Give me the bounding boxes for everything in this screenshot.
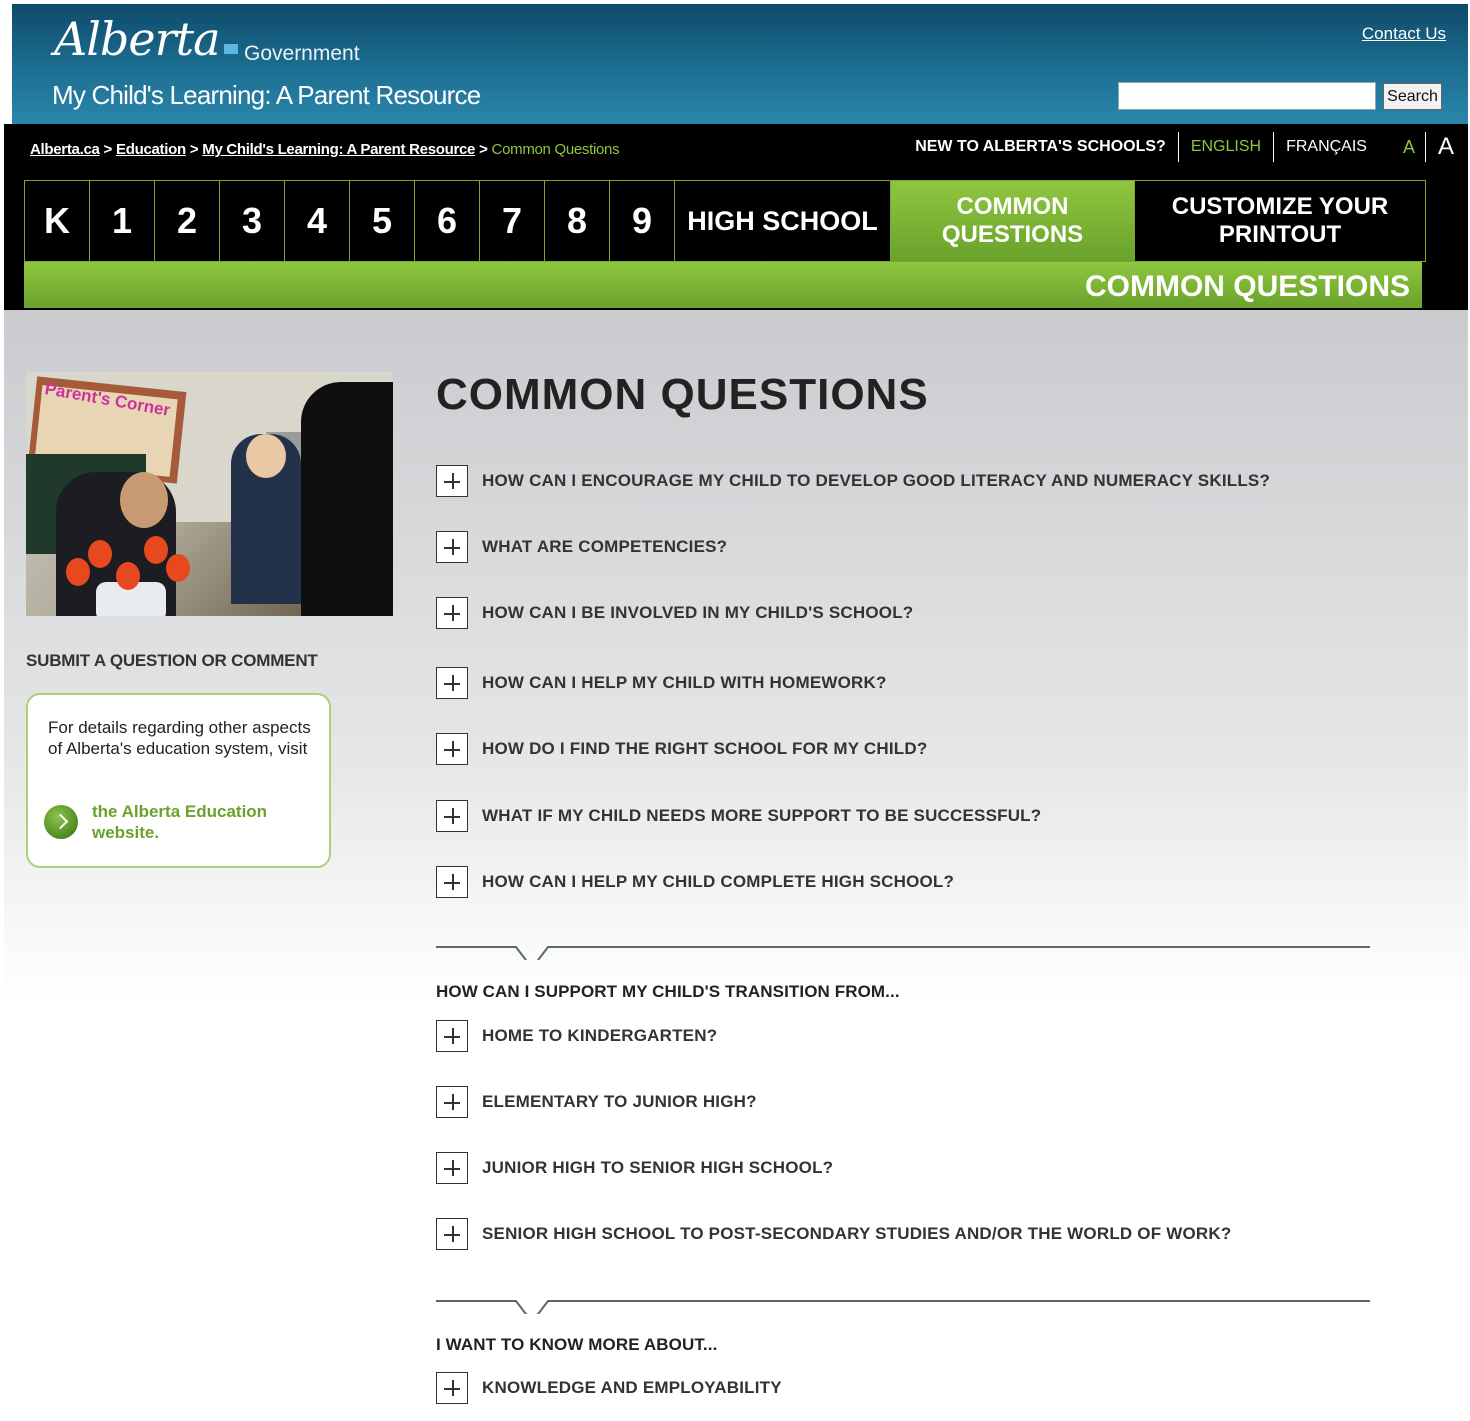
grade-nav: K 1 2 3 4 5 6 7 8 9 HIGH SCHOOL COMMON Q…	[24, 180, 1426, 262]
site-header: Alberta Government My Child's Learning: …	[12, 4, 1468, 124]
nav-grade-3[interactable]: 3	[219, 180, 284, 262]
active-section-bar: COMMON QUESTIONS	[24, 262, 1422, 308]
alberta-education-link[interactable]: the Alberta Education website.	[92, 801, 292, 843]
transition-section-heading: HOW CAN I SUPPORT MY CHILD'S TRANSITION …	[436, 982, 900, 1001]
transition-label[interactable]: ELEMENTARY TO JUNIOR HIGH?	[482, 1092, 757, 1112]
breadcrumb-separator: >	[479, 141, 488, 158]
transition-label[interactable]: SENIOR HIGH SCHOOL TO POST-SECONDARY STU…	[482, 1224, 1231, 1244]
breadcrumb-parent-resource[interactable]: My Child's Learning: A Parent Resource	[202, 141, 475, 158]
nav-grade-8[interactable]: 8	[544, 180, 609, 262]
question-label[interactable]: HOW DO I FIND THE RIGHT SCHOOL FOR MY CH…	[482, 739, 927, 759]
transition-label[interactable]: JUNIOR HIGH TO SENIOR HIGH SCHOOL?	[482, 1158, 833, 1178]
breadcrumb-alberta[interactable]: Alberta.ca	[30, 141, 100, 158]
question-item[interactable]: HOW CAN I BE INVOLVED IN MY CHILD'S SCHO…	[436, 597, 913, 629]
plus-icon[interactable]	[436, 1372, 468, 1404]
nav-grade-7[interactable]: 7	[479, 180, 544, 262]
top-navigation: Alberta.ca > Education > My Child's Learning…	[4, 124, 1468, 310]
chevron-down-icon	[436, 1300, 1370, 1314]
page: Alberta Government My Child's Learning: …	[4, 4, 1468, 1421]
government-label: Government	[244, 42, 360, 65]
utility-links: NEW TO ALBERTA'S SCHOOLS? ENGLISH FRANÇA…	[903, 132, 1468, 162]
question-item[interactable]: HOW CAN I HELP MY CHILD COMPLETE HIGH SC…	[436, 866, 954, 898]
know-more-section-heading: I WANT TO KNOW MORE ABOUT...	[436, 1335, 718, 1354]
parents-corner-photo: Parent's Corner	[26, 372, 393, 616]
search-input[interactable]	[1118, 82, 1376, 110]
plus-icon[interactable]	[436, 1152, 468, 1184]
education-info-box: For details regarding other aspects of A…	[26, 693, 331, 868]
plus-icon[interactable]	[436, 531, 468, 563]
nav-customize-printout[interactable]: CUSTOMIZE YOUR PRINTOUT	[1134, 180, 1426, 262]
transition-item[interactable]: JUNIOR HIGH TO SENIOR HIGH SCHOOL?	[436, 1152, 833, 1184]
plus-icon[interactable]	[436, 733, 468, 765]
breadcrumb: Alberta.ca > Education > My Child's Learning…	[30, 141, 620, 158]
plus-icon[interactable]	[436, 1086, 468, 1118]
info-text: For details regarding other aspects of A…	[48, 718, 311, 758]
question-label[interactable]: WHAT IF MY CHILD NEEDS MORE SUPPORT TO B…	[482, 806, 1041, 826]
nav-grade-4[interactable]: 4	[284, 180, 349, 262]
page-title: COMMON QUESTIONS	[436, 370, 929, 419]
submit-question-link[interactable]: SUBMIT A QUESTION OR COMMENT	[26, 651, 318, 671]
know-more-label[interactable]: KNOWLEDGE AND EMPLOYABILITY	[482, 1378, 782, 1398]
breadcrumb-separator: >	[103, 141, 113, 158]
question-item[interactable]: HOW CAN I ENCOURAGE MY CHILD TO DEVELOP …	[436, 465, 1270, 497]
question-item[interactable]: HOW CAN I HELP MY CHILD WITH HOMEWORK?	[436, 667, 887, 699]
breadcrumb-education[interactable]: Education	[116, 141, 186, 158]
nav-high-school[interactable]: HIGH SCHOOL	[674, 180, 890, 262]
new-to-schools-link[interactable]: NEW TO ALBERTA'S SCHOOLS?	[903, 132, 1178, 162]
nav-grade-5[interactable]: 5	[349, 180, 414, 262]
site-title[interactable]: My Child's Learning: A Parent Resource	[52, 80, 481, 111]
photo-flower	[116, 562, 140, 590]
question-item[interactable]: WHAT IF MY CHILD NEEDS MORE SUPPORT TO B…	[436, 800, 1041, 832]
nav-grade-1[interactable]: 1	[89, 180, 154, 262]
nav-grade-9[interactable]: 9	[609, 180, 674, 262]
photo-person	[301, 382, 393, 616]
plus-icon[interactable]	[436, 667, 468, 699]
chevron-down-icon	[436, 946, 1370, 960]
photo-person-head	[246, 434, 286, 478]
transition-item[interactable]: HOME TO KINDERGARTEN?	[436, 1020, 717, 1052]
plus-icon[interactable]	[436, 866, 468, 898]
chevron-right-icon[interactable]	[44, 805, 78, 839]
search-button[interactable]: Search	[1383, 83, 1442, 110]
question-label[interactable]: HOW CAN I ENCOURAGE MY CHILD TO DEVELOP …	[482, 471, 1270, 491]
photo-flower	[144, 536, 168, 564]
question-item[interactable]: HOW DO I FIND THE RIGHT SCHOOL FOR MY CH…	[436, 733, 927, 765]
photo-flower	[66, 558, 90, 586]
english-link[interactable]: ENGLISH	[1177, 132, 1273, 162]
question-label[interactable]: WHAT ARE COMPETENCIES?	[482, 537, 727, 557]
plus-icon[interactable]	[436, 1218, 468, 1250]
font-size-large-button[interactable]: A	[1424, 132, 1468, 162]
transition-label[interactable]: HOME TO KINDERGARTEN?	[482, 1026, 717, 1046]
question-label[interactable]: HOW CAN I HELP MY CHILD WITH HOMEWORK?	[482, 673, 887, 693]
plus-icon[interactable]	[436, 597, 468, 629]
french-link[interactable]: FRANÇAIS	[1273, 132, 1379, 162]
question-item[interactable]: WHAT ARE COMPETENCIES?	[436, 531, 727, 563]
question-label[interactable]: HOW CAN I BE INVOLVED IN MY CHILD'S SCHO…	[482, 603, 913, 623]
transition-item[interactable]: ELEMENTARY TO JUNIOR HIGH?	[436, 1086, 757, 1118]
plus-icon[interactable]	[436, 800, 468, 832]
transition-item[interactable]: SENIOR HIGH SCHOOL TO POST-SECONDARY STU…	[436, 1218, 1231, 1250]
breadcrumb-current: Common Questions	[491, 141, 620, 158]
plus-icon[interactable]	[436, 1020, 468, 1052]
main-content: Parent's Corner SUBMIT A QUESTION OR COM…	[4, 310, 1468, 1421]
font-size-small-button[interactable]: A	[1379, 132, 1425, 162]
breadcrumb-separator: >	[189, 141, 199, 158]
photo-person-head	[120, 472, 168, 528]
nav-grade-6[interactable]: 6	[414, 180, 479, 262]
nav-common-questions[interactable]: COMMON QUESTIONS	[890, 180, 1134, 262]
know-more-item[interactable]: KNOWLEDGE AND EMPLOYABILITY	[436, 1372, 782, 1404]
active-section-label: COMMON QUESTIONS	[1084, 270, 1410, 303]
nav-grade-2[interactable]: 2	[154, 180, 219, 262]
plus-icon[interactable]	[436, 465, 468, 497]
photo-flower	[88, 540, 112, 568]
alberta-logo[interactable]: Alberta	[54, 12, 220, 66]
logo-mark-icon	[224, 44, 238, 54]
photo-flower	[166, 554, 190, 582]
question-label[interactable]: HOW CAN I HELP MY CHILD COMPLETE HIGH SC…	[482, 872, 954, 892]
contact-us-link[interactable]: Contact Us	[1362, 24, 1446, 44]
nav-grade-k[interactable]: K	[24, 180, 89, 262]
